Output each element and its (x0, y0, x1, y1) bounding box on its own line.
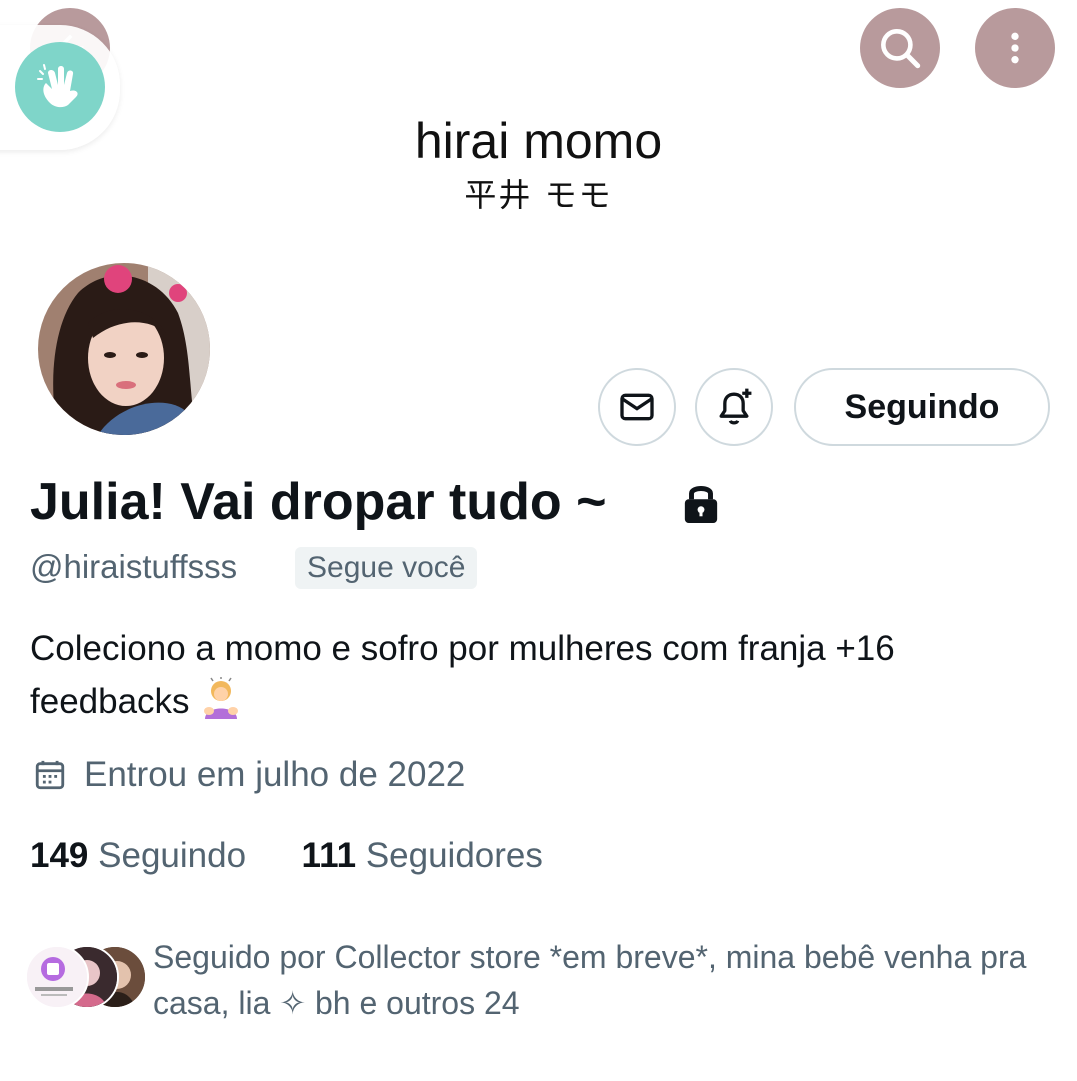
followers-count: 111 (301, 836, 357, 875)
notifications-button[interactable] (695, 368, 773, 446)
bio-line-2-text: feedbacks (30, 682, 190, 721)
bio-line-2: feedbacks (30, 675, 1050, 728)
calendar-icon (35, 760, 65, 790)
search-button[interactable] (860, 8, 940, 88)
more-vertical-icon (1011, 32, 1019, 64)
joined-date: Entrou em julho de 2022 (84, 755, 466, 794)
display-name: Julia! Vai dropar tudo ~ (30, 473, 607, 531)
profile-bio: Coleciono a momo e sofro por mulheres co… (30, 622, 1050, 728)
following-button[interactable]: Seguindo (794, 368, 1050, 446)
following-link[interactable]: 149 Seguindo (30, 836, 246, 875)
envelope-icon (620, 393, 654, 421)
banner-title: hirai momo (414, 113, 663, 169)
message-button[interactable] (598, 368, 676, 446)
waving-hand-icon (37, 64, 78, 108)
followers-label: Seguidores (365, 836, 543, 875)
followers-link[interactable]: 111 Seguidores (302, 836, 543, 875)
search-icon (881, 29, 921, 69)
mutual-followers-avatars[interactable] (25, 945, 147, 1009)
following-count: 149 (30, 836, 89, 875)
profile-avatar[interactable] (38, 263, 210, 435)
banner-subtitle: 平井 モモ (464, 176, 613, 214)
bio-line-1: Coleciono a momo e sofro por mulheres co… (30, 629, 895, 668)
user-handle: @hiraistuffsss (30, 548, 238, 585)
follow-stats: 149 Seguindo 111 Seguidores (30, 836, 543, 876)
bell-plus-icon (719, 388, 752, 425)
follows-you-badge: Segue você (295, 547, 478, 589)
person-bowing-icon (204, 677, 239, 719)
avatar-photo (38, 263, 210, 435)
following-label: Seguindo (98, 836, 247, 875)
more-button[interactable] (975, 8, 1055, 88)
mutual-avatar-collector (25, 945, 89, 1009)
lock-icon (684, 486, 718, 523)
followed-by-text[interactable]: Seguido por Collector store *em breve*, … (153, 934, 1053, 1026)
